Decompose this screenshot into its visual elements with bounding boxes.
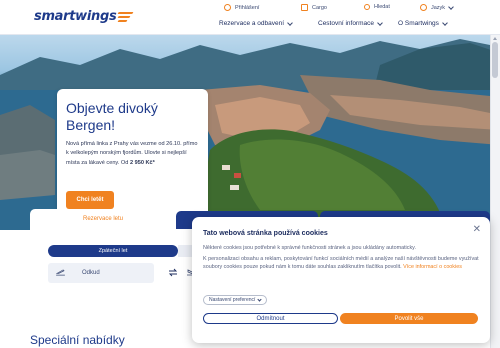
tab-flight-booking[interactable]: Rezervace letu xyxy=(30,209,176,229)
login-link[interactable]: Přihlášení xyxy=(224,4,259,11)
book-now-button[interactable]: Chci letět xyxy=(66,191,114,209)
hero-price: 2 950 Kč* xyxy=(129,159,155,166)
nav-item-booking[interactable]: Rezervace a odbavení xyxy=(219,19,293,27)
cookie-text-consent: K personalizaci obsahu a reklam, poskyto… xyxy=(203,256,479,271)
language-selector[interactable]: Jazyk xyxy=(420,3,454,11)
close-icon[interactable]: ✕ xyxy=(473,224,481,235)
hero-footnote: *Cena za jednosměrný let bez poplatků xyxy=(57,185,153,191)
language-label: Jazyk xyxy=(431,4,446,11)
logo-text: smartwings xyxy=(34,9,117,24)
logo-wings-icon xyxy=(117,11,135,23)
cargo-label: Cargo xyxy=(312,4,327,11)
from-field[interactable]: Odkud xyxy=(48,263,154,283)
swap-icon[interactable] xyxy=(168,268,178,277)
nav-about-label: O Smartwings xyxy=(398,20,439,27)
cookie-text-required: Některé cookies jsou potřebné k správné … xyxy=(203,245,416,251)
search-icon xyxy=(364,4,370,10)
login-label: Přihlášení xyxy=(235,4,260,11)
reject-button[interactable]: Odmítnout xyxy=(203,313,338,324)
search-link[interactable]: Hledat xyxy=(364,4,390,10)
cookie-title: Tato webová stránka používá cookies xyxy=(203,230,328,237)
globe-icon xyxy=(420,4,427,11)
preferences-label: Nastavení preferencí xyxy=(209,297,256,303)
smartwings-logo[interactable]: smartwings xyxy=(34,9,135,24)
scrollbar-thumb[interactable] xyxy=(492,42,498,78)
return-trip-toggle[interactable]: Zpáteční let xyxy=(48,245,178,257)
from-placeholder: Odkud xyxy=(82,270,100,276)
special-offers-heading: Speciální nabídky xyxy=(30,333,125,347)
scrollbar-track[interactable] xyxy=(490,35,500,348)
site-header: smartwings Přihlášení Cargo Hledat Jazyk… xyxy=(0,0,500,35)
chevron-down-icon xyxy=(441,19,448,26)
chevron-down-icon xyxy=(377,19,383,26)
chevron-down-icon xyxy=(257,296,263,302)
preferences-button[interactable]: Nastavení preferencí xyxy=(203,295,268,305)
hero-description: Nová přímá linka z Prahy vás vezme od 26… xyxy=(66,140,199,168)
nav-item-about[interactable]: O Smartwings xyxy=(398,19,448,27)
cargo-link[interactable]: Cargo xyxy=(301,4,327,11)
hero-promo-card: Objevte divoký Bergen! Nová přímá linka … xyxy=(57,89,208,220)
user-icon xyxy=(224,4,231,11)
hero-banner: Objevte divoký Bergen! Nová přímá linka … xyxy=(0,35,500,230)
nav-booking-label: Rezervace a odbavení xyxy=(219,20,285,27)
hero-title: Objevte divoký Bergen! xyxy=(66,100,158,133)
cookie-info-link[interactable]: Více informací o cookies xyxy=(403,264,462,270)
chevron-down-icon xyxy=(287,19,293,26)
nav-travel-info-label: Cestovní informace xyxy=(318,20,374,27)
cookie-consent-dialog: ✕ Tato webová stránka používá cookies Ně… xyxy=(192,217,490,343)
chevron-down-icon xyxy=(448,3,454,10)
plane-takeoff-icon xyxy=(56,269,65,276)
box-icon xyxy=(301,4,308,11)
allow-all-button[interactable]: Povolit vše xyxy=(340,313,478,324)
nav-item-travel-info[interactable]: Cestovní informace xyxy=(318,19,383,27)
scroll-up-arrow-icon[interactable] xyxy=(493,37,497,40)
search-label: Hledat xyxy=(374,4,390,10)
